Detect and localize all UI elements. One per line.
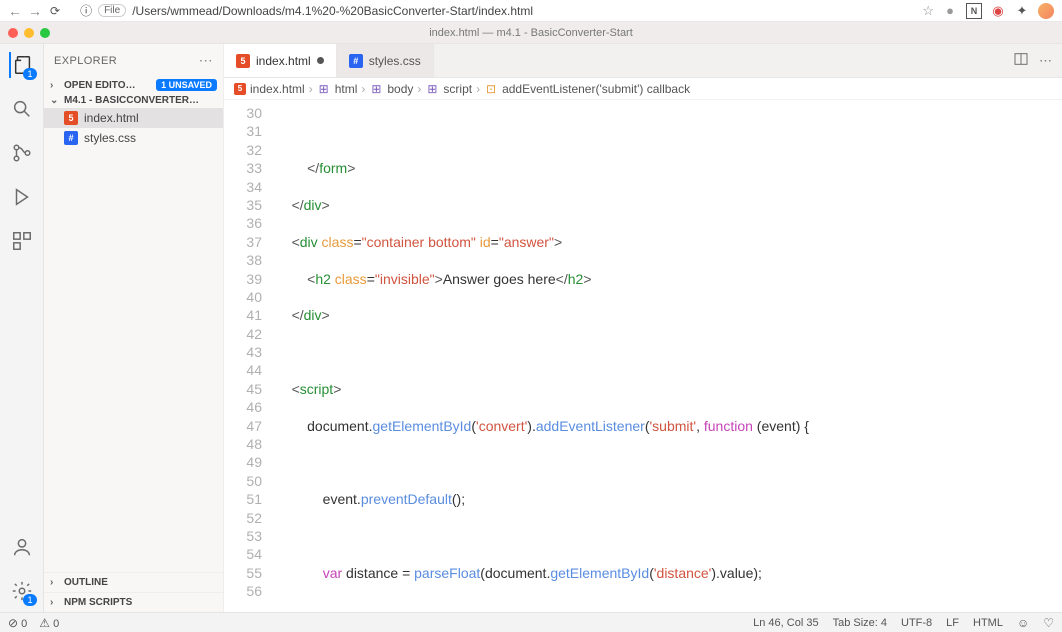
folder-label: M4.1 - BASICCONVERTER… [64, 95, 199, 106]
ext-icon-1[interactable]: ● [942, 3, 958, 19]
star-icon[interactable]: ☆ [922, 3, 934, 19]
line-numbers: 3031323334353637383940414243444546474849… [224, 100, 272, 612]
css3-icon: # [64, 131, 78, 145]
css3-icon: # [349, 54, 363, 68]
tab-size[interactable]: Tab Size: 4 [833, 617, 887, 629]
feedback-icon[interactable]: ☺ [1017, 616, 1029, 630]
file-tree-label: index.html [84, 111, 139, 125]
unsaved-badge: 1 UNSAVED [156, 79, 217, 91]
npm-scripts-section[interactable]: › NPM SCRIPTS [44, 592, 223, 612]
close-window-icon[interactable] [8, 28, 18, 38]
breadcrumb-item[interactable]: addEventListener('submit') callback [502, 82, 690, 96]
url-text: /Users/wmmead/Downloads/m4.1%20-%20Basic… [132, 4, 533, 18]
errors-icon[interactable]: ⊘ 0 [8, 616, 27, 630]
editor-area: 5 index.html # styles.css ⋯ 5 index.html… [224, 44, 1062, 612]
outline-label: OUTLINE [64, 577, 108, 588]
tab-index-html[interactable]: 5 index.html [224, 44, 337, 77]
back-icon[interactable]: ← [8, 3, 22, 19]
search-icon[interactable] [9, 96, 35, 122]
run-debug-icon[interactable] [9, 184, 35, 210]
tab-styles-css[interactable]: # styles.css [337, 44, 434, 77]
cursor-position[interactable]: Ln 46, Col 35 [753, 617, 818, 629]
eol[interactable]: LF [946, 617, 959, 629]
file-scheme-label: File [98, 4, 126, 17]
maximize-window-icon[interactable] [40, 28, 50, 38]
url-field[interactable]: ⓘ File /Users/wmmead/Downloads/m4.1%20-%… [68, 2, 914, 19]
window-title: index.html — m4.1 - BasicConverter-Start [429, 27, 633, 39]
tag-icon: ⊞ [317, 82, 331, 96]
language-mode[interactable]: HTML [973, 617, 1003, 629]
breadcrumb[interactable]: 5 index.html › ⊞ html › ⊞ body › ⊞ scrip… [224, 78, 1062, 100]
more-actions-icon[interactable]: ⋯ [1039, 53, 1052, 69]
encoding[interactable]: UTF-8 [901, 617, 932, 629]
warnings-icon[interactable]: ⚠ 0 [39, 616, 59, 630]
extensions-activity-icon[interactable] [9, 228, 35, 254]
tab-label: styles.css [369, 54, 421, 68]
ext-icon-2[interactable]: N [966, 3, 982, 19]
file-tree-item[interactable]: # styles.css [44, 128, 223, 148]
activity-bar: 1 1 [0, 44, 44, 612]
tag-icon: ⊞ [369, 82, 383, 96]
reload-icon[interactable]: ⟳ [50, 4, 60, 18]
modified-dot-icon [317, 57, 324, 64]
code-content[interactable]: </form> </div> <div class="container bot… [272, 100, 1062, 612]
html5-icon: 5 [234, 83, 246, 95]
settings-gear-icon[interactable]: 1 [9, 578, 35, 604]
status-bar: ⊘ 0 ⚠ 0 Ln 46, Col 35 Tab Size: 4 UTF-8 … [0, 612, 1062, 632]
chevron-down-icon: ⌄ [50, 95, 60, 106]
editor-tabs: 5 index.html # styles.css ⋯ [224, 44, 1062, 78]
open-editors-label: OPEN EDITO… [64, 80, 136, 91]
browser-address-bar: ← → ⟳ ⓘ File /Users/wmmead/Downloads/m4.… [0, 0, 1062, 22]
window-title-bar: index.html — m4.1 - BasicConverter-Start [0, 22, 1062, 44]
outline-section[interactable]: › OUTLINE [44, 572, 223, 592]
file-tree-label: styles.css [84, 131, 136, 145]
html5-icon: 5 [236, 54, 250, 68]
sidebar-more-icon[interactable]: ⋯ [199, 52, 213, 69]
folder-section[interactable]: ⌄ M4.1 - BASICCONVERTER… [44, 93, 223, 108]
tag-icon: ⊞ [425, 82, 439, 96]
split-editor-icon[interactable] [1013, 51, 1029, 70]
chevron-right-icon: › [50, 577, 60, 588]
chevron-right-icon: › [50, 80, 60, 91]
sidebar: EXPLORER ⋯ › OPEN EDITO… 1 UNSAVED ⌄ M4.… [44, 44, 224, 612]
breadcrumb-item[interactable]: html [335, 82, 358, 96]
source-control-icon[interactable] [9, 140, 35, 166]
sidebar-title: EXPLORER [54, 55, 117, 67]
account-icon[interactable] [9, 534, 35, 560]
tab-label: index.html [256, 54, 311, 68]
explorer-icon[interactable]: 1 [9, 52, 35, 78]
bell-icon[interactable]: ♡ [1043, 616, 1054, 630]
breadcrumb-item[interactable]: script [443, 82, 472, 96]
forward-icon[interactable]: → [28, 3, 42, 19]
function-icon: ⊡ [484, 82, 498, 96]
npm-scripts-label: NPM SCRIPTS [64, 597, 132, 608]
code-editor[interactable]: 3031323334353637383940414243444546474849… [224, 100, 1062, 612]
explorer-badge: 1 [23, 68, 36, 80]
settings-badge: 1 [23, 594, 36, 606]
minimize-window-icon[interactable] [24, 28, 34, 38]
ext-icon-3[interactable]: ◉ [990, 3, 1006, 19]
chevron-right-icon: › [50, 597, 60, 608]
breadcrumb-item[interactable]: index.html [250, 82, 305, 96]
breadcrumb-item[interactable]: body [387, 82, 413, 96]
extensions-icon[interactable]: ✦ [1014, 3, 1030, 19]
info-icon[interactable]: ⓘ [80, 2, 92, 19]
file-tree-item[interactable]: 5 index.html [44, 108, 223, 128]
html5-icon: 5 [64, 111, 78, 125]
avatar[interactable] [1038, 3, 1054, 19]
open-editors-section[interactable]: › OPEN EDITO… 1 UNSAVED [44, 77, 223, 93]
